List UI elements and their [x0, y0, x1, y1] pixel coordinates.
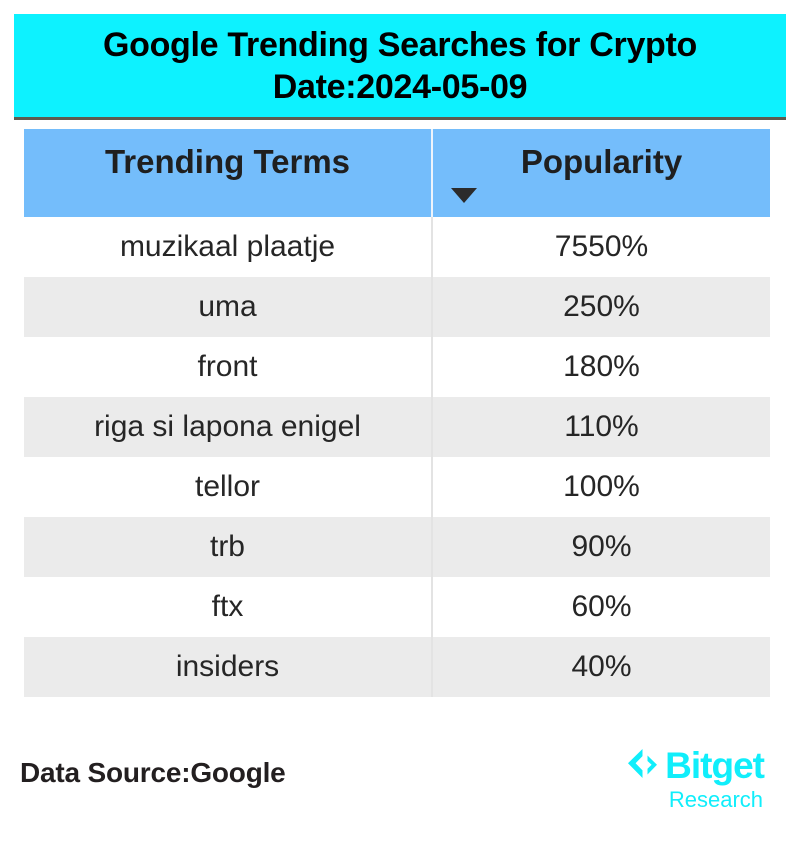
- column-header-trending-terms[interactable]: Trending Terms: [24, 129, 432, 217]
- cell-popularity: 100%: [431, 457, 770, 517]
- cell-popularity: 250%: [431, 277, 770, 337]
- column-header-popularity-label: Popularity: [520, 143, 683, 180]
- title-banner: Google Trending Searches for Crypto Date…: [14, 14, 786, 120]
- table-row: ftx 60%: [24, 577, 770, 637]
- page-title-line-2: Date:2024-05-09: [272, 67, 528, 106]
- table-header: Trending Terms Popularity: [24, 129, 770, 217]
- cell-trending-term: tellor: [194, 470, 261, 503]
- table-row: muzikaal plaatje 7550%: [24, 217, 770, 277]
- column-header-trending-terms-label: Trending Terms: [104, 143, 351, 180]
- footer: Data Source:Google Bitget Research: [0, 740, 786, 840]
- table-header-row: Trending Terms Popularity: [24, 129, 770, 217]
- table-body: muzikaal plaatje 7550% uma 250% front 18…: [24, 217, 770, 697]
- trending-searches-table: Trending Terms Popularity muzikaal plaat…: [24, 129, 770, 697]
- column-header-popularity[interactable]: Popularity: [431, 129, 770, 217]
- cell-trending-term: uma: [198, 290, 257, 323]
- table-row: tellor 100%: [24, 457, 770, 517]
- cell-popularity: 180%: [431, 337, 770, 397]
- cell-trending-term: insiders: [175, 650, 280, 683]
- cell-popularity: 60%: [431, 577, 770, 637]
- brand-top-row: Bitget: [604, 742, 765, 788]
- table-row: trb 90%: [24, 517, 770, 577]
- cell-popularity: 40%: [431, 637, 770, 697]
- cell-popularity: 110%: [431, 397, 770, 457]
- table-row: uma 250%: [24, 277, 770, 337]
- cell-trending-term: ftx: [211, 590, 244, 623]
- table-row: riga si lapona enigel 110%: [24, 397, 770, 457]
- sort-descending-icon[interactable]: [451, 188, 477, 203]
- cell-popularity: 7550%: [431, 217, 770, 277]
- page-title-line-1: Google Trending Searches for Crypto: [102, 25, 698, 64]
- cell-trending-term: riga si lapona enigel: [94, 410, 361, 443]
- cell-trending-term: trb: [209, 530, 245, 563]
- data-source-label: Data Source:Google: [20, 757, 286, 788]
- bitget-research-logo: Bitget Research: [604, 742, 765, 820]
- table-row: front 180%: [24, 337, 770, 397]
- cell-trending-term: muzikaal plaatje: [119, 230, 336, 263]
- brand-subtitle: Research: [668, 787, 763, 812]
- table-row: insiders 40%: [24, 637, 770, 697]
- cell-popularity: 90%: [431, 517, 770, 577]
- bitget-chevron-logo-icon: [628, 749, 658, 778]
- brand-name: Bitget: [665, 744, 765, 786]
- cell-trending-term: front: [197, 350, 258, 383]
